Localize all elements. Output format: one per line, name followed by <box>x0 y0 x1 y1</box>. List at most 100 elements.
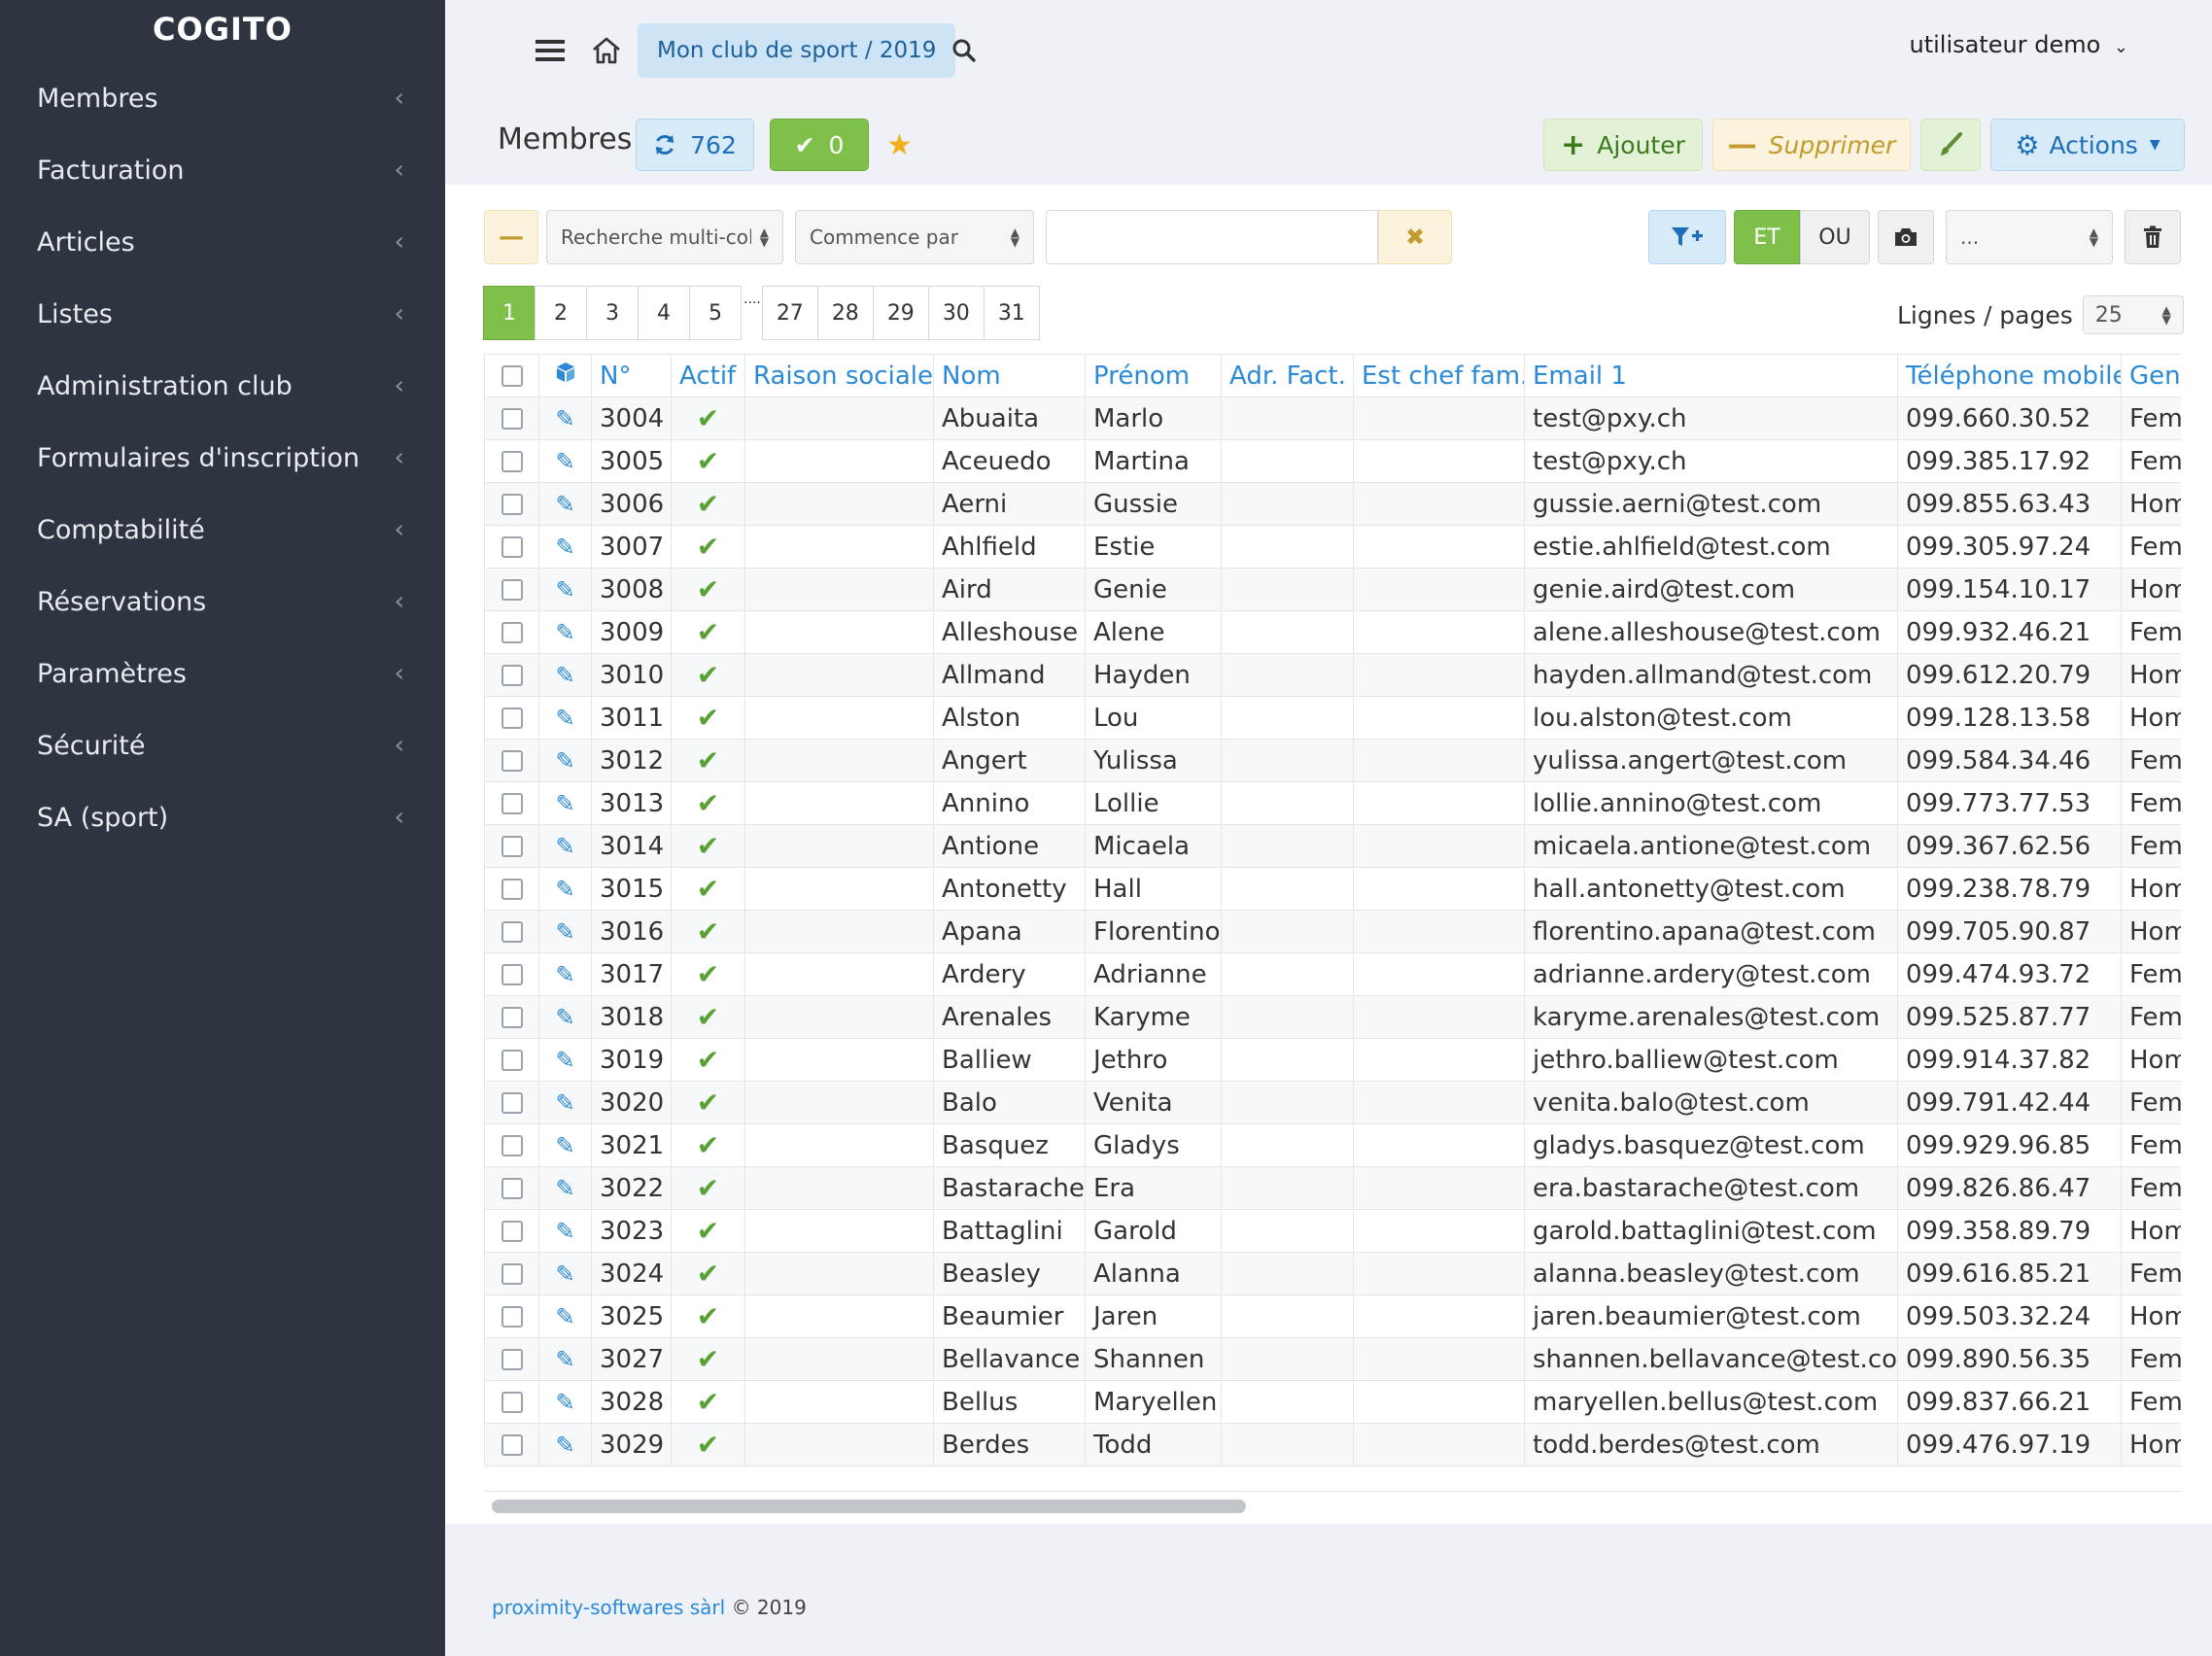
pencil-icon[interactable]: ✎ <box>555 705 574 732</box>
column-header[interactable]: N° <box>591 354 672 397</box>
club-selector[interactable]: Mon club de sport / 2019 <box>638 23 956 78</box>
view-select[interactable]: ... ▲ ▼ <box>1946 210 2113 264</box>
user-menu[interactable]: utilisateur demo ⌄ <box>1909 31 2128 58</box>
search-icon[interactable] <box>939 25 989 76</box>
table-row[interactable]: ✎ 3006 ✔ Aerni Gussie gussie.aerni@test.com 09… <box>484 482 2181 526</box>
page-button[interactable]: 5 <box>689 286 742 340</box>
table-row[interactable]: ✎ 3021 ✔ Basquez Gladys gladys.basquez@test.c… <box>484 1123 2181 1167</box>
row-checkbox[interactable] <box>501 1434 523 1456</box>
table-row[interactable]: ✎ 3027 ✔ Bellavance Shannen shannen.bellavanc… <box>484 1337 2181 1381</box>
pencil-icon[interactable]: ✎ <box>555 1346 574 1373</box>
table-row[interactable]: ✎ 3010 ✔ Allmand Hayden hayden.allmand@test.c… <box>484 653 2181 697</box>
checked-count-button[interactable]: ✔ 0 <box>770 119 869 171</box>
page-button[interactable]: 3 <box>586 286 639 340</box>
sidebar-item[interactable]: Formulaires d'inscription ‹ <box>0 422 445 494</box>
match-mode-select[interactable]: Commence par ▲ ▼ <box>795 210 1034 264</box>
pencil-icon[interactable]: ✎ <box>555 1303 574 1330</box>
page-button[interactable]: 4 <box>638 286 690 340</box>
remove-filter-button[interactable]: — <box>484 210 538 264</box>
table-row[interactable]: ✎ 3014 ✔ Antione Micaela micaela.antione@test… <box>484 824 2181 868</box>
sidebar-item[interactable]: Administration club ‹ <box>0 350 445 422</box>
table-row[interactable]: ✎ 3013 ✔ Annino Lollie lollie.annino@test.com… <box>484 781 2181 825</box>
table-row[interactable]: ✎ 3008 ✔ Aird Genie genie.aird@test.com 099.15… <box>484 568 2181 611</box>
pencil-icon[interactable]: ✎ <box>555 619 574 646</box>
table-row[interactable]: ✎ 3012 ✔ Angert Yulissa yulissa.angert@test.c… <box>484 739 2181 782</box>
row-checkbox[interactable] <box>501 836 523 857</box>
pencil-icon[interactable]: ✎ <box>555 662 574 689</box>
table-row[interactable]: ✎ 3025 ✔ Beaumier Jaren jaren.beaumier@test.c… <box>484 1294 2181 1338</box>
table-row[interactable]: ✎ 3022 ✔ Bastarache Era era.bastarache@test.c… <box>484 1166 2181 1210</box>
row-checkbox[interactable] <box>501 750 523 772</box>
row-checkbox[interactable] <box>501 921 523 943</box>
column-header[interactable]: Genre <box>2121 354 2181 397</box>
column-header[interactable]: Téléphone mobile <box>1897 354 2122 397</box>
and-toggle[interactable]: ET <box>1734 210 1800 264</box>
snapshot-button[interactable] <box>1878 210 1934 264</box>
page-button[interactable]: 29 <box>872 286 929 340</box>
row-checkbox[interactable] <box>501 1007 523 1028</box>
table-row[interactable]: ✎ 3029 ✔ Berdes Todd todd.berdes@test.com 099.… <box>484 1423 2181 1466</box>
pencil-icon[interactable]: ✎ <box>555 747 574 775</box>
row-checkbox[interactable] <box>501 408 523 430</box>
pencil-icon[interactable]: ✎ <box>555 576 574 604</box>
table-row[interactable]: ✎ 3017 ✔ Ardery Adrianne adrianne.ardery@test… <box>484 952 2181 996</box>
table-row[interactable]: ✎ 3011 ✔ Alston Lou lou.alston@test.com 099.12… <box>484 696 2181 740</box>
sidebar-item[interactable]: Réservations ‹ <box>0 566 445 638</box>
select-all-checkbox[interactable] <box>501 365 523 387</box>
add-filter-button[interactable] <box>1648 210 1726 264</box>
table-row[interactable]: ✎ 3024 ✔ Beasley Alanna alanna.beasley@test.c… <box>484 1252 2181 1295</box>
row-checkbox[interactable] <box>501 707 523 729</box>
pencil-icon[interactable]: ✎ <box>555 1089 574 1117</box>
trash-button[interactable] <box>2125 210 2181 264</box>
row-checkbox[interactable] <box>501 1135 523 1156</box>
column-header[interactable]: Email 1 <box>1524 354 1898 397</box>
table-row[interactable]: ✎ 3028 ✔ Bellus Maryellen maryellen.bellus@te… <box>484 1380 2181 1424</box>
actions-dropdown[interactable]: ⚙ Actions ▼ <box>1990 119 2185 171</box>
row-checkbox[interactable] <box>501 1221 523 1242</box>
table-row[interactable]: ✎ 3009 ✔ Alleshouse Alene alene.alleshouse@te… <box>484 610 2181 654</box>
pencil-icon[interactable]: ✎ <box>555 405 574 432</box>
row-checkbox[interactable] <box>501 879 523 900</box>
delete-button[interactable]: — Supprimer <box>1712 119 1911 171</box>
column-header[interactable]: Adr. Fact. <box>1221 354 1354 397</box>
column-header[interactable]: Actif <box>671 354 745 397</box>
column-header[interactable]: Raison sociale <box>744 354 934 397</box>
page-button[interactable]: 2 <box>535 286 587 340</box>
row-checkbox[interactable] <box>501 1306 523 1328</box>
pencil-icon[interactable]: ✎ <box>555 918 574 946</box>
pencil-icon[interactable]: ✎ <box>555 1432 574 1459</box>
table-row[interactable]: ✎ 3005 ✔ Aceuedo Martina test@pxy.ch 099.385.1… <box>484 439 2181 483</box>
company-link[interactable]: proximity-softwares sàrl <box>492 1596 725 1619</box>
refresh-count-button[interactable]: 762 <box>636 119 754 171</box>
table-row[interactable]: ✎ 3020 ✔ Balo Venita venita.balo@test.com 099.… <box>484 1081 2181 1124</box>
row-checkbox[interactable] <box>501 793 523 814</box>
page-button[interactable]: 31 <box>983 286 1040 340</box>
pencil-icon[interactable]: ✎ <box>555 448 574 475</box>
pencil-icon[interactable]: ✎ <box>555 534 574 561</box>
home-icon[interactable] <box>581 25 632 76</box>
row-checkbox[interactable] <box>501 536 523 558</box>
pencil-icon[interactable]: ✎ <box>555 1004 574 1031</box>
table-row[interactable]: ✎ 3019 ✔ Balliew Jethro jethro.balliew@test.c… <box>484 1038 2181 1082</box>
table-row[interactable]: ✎ 3018 ✔ Arenales Karyme karyme.arenales@test… <box>484 995 2181 1039</box>
hamburger-menu-icon[interactable] <box>525 25 575 76</box>
sidebar-item[interactable]: Paramètres ‹ <box>0 638 445 709</box>
row-checkbox[interactable] <box>501 1392 523 1413</box>
table-row[interactable]: ✎ 3015 ✔ Antonetty Hall hall.antonetty@test.c… <box>484 867 2181 911</box>
pencil-icon[interactable]: ✎ <box>555 833 574 860</box>
sidebar-item[interactable]: Comptabilité ‹ <box>0 494 445 566</box>
table-row[interactable]: ✎ 3004 ✔ Abuaita Marlo test@pxy.ch 099.660.30.… <box>484 397 2181 440</box>
column-header[interactable]: Est chef fam. <box>1353 354 1525 397</box>
pencil-icon[interactable]: ✎ <box>555 876 574 903</box>
row-checkbox[interactable] <box>501 964 523 985</box>
row-checkbox[interactable] <box>501 1178 523 1199</box>
rows-per-page-select[interactable]: 25 ▲ ▼ <box>2082 295 2184 334</box>
page-button[interactable]: 30 <box>927 286 985 340</box>
sidebar-item[interactable]: Articles ‹ <box>0 206 445 278</box>
row-checkbox[interactable] <box>501 1050 523 1071</box>
sidebar-item[interactable]: Sécurité ‹ <box>0 709 445 781</box>
search-input[interactable] <box>1046 210 1378 264</box>
or-toggle[interactable]: OU <box>1800 210 1870 264</box>
row-checkbox[interactable] <box>501 1092 523 1114</box>
pencil-icon[interactable]: ✎ <box>555 1260 574 1288</box>
